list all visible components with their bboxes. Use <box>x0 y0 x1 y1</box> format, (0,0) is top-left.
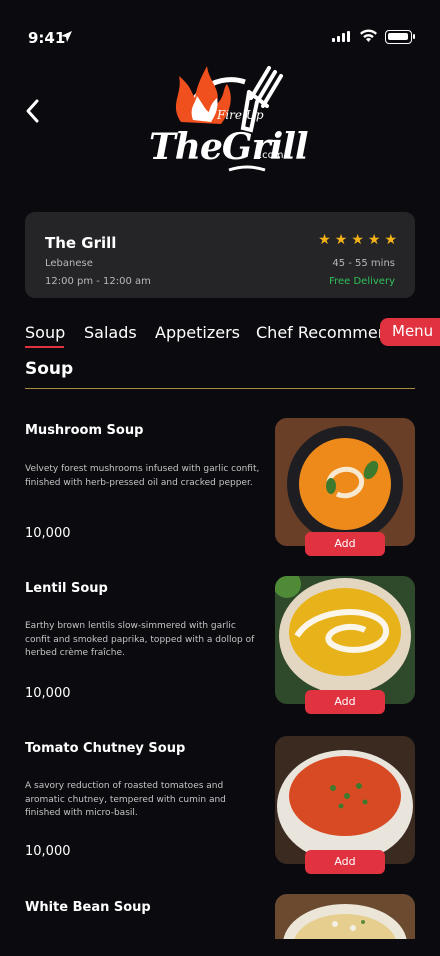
tab-salads[interactable]: Salads <box>84 323 137 342</box>
delivery-time: 45 - 55 mins <box>332 258 395 269</box>
logo-wordmark: TheGrill <box>149 126 309 168</box>
restaurant-name: The Grill <box>45 234 117 252</box>
item-description: Earthy brown lentils slow-simmered with … <box>25 621 255 658</box>
status-bar: 9:41 <box>0 0 440 54</box>
item-price: 10,000 <box>25 686 71 701</box>
star-icon: ★ <box>367 232 381 248</box>
item-description: Velvety forest mushrooms infused with ga… <box>25 464 260 488</box>
item-name: Lentil Soup <box>25 581 108 596</box>
restaurant-info-card: The Grill Lebanese 12:00 pm - 12:00 am ★… <box>25 212 415 298</box>
delivery-fee: Free Delivery <box>329 276 395 287</box>
item-image-yellow-soup <box>275 576 415 704</box>
star-icon: ★ <box>384 232 397 248</box>
logo-tagline: Fire Up <box>217 108 264 122</box>
item-name: Mushroom Soup <box>25 423 144 438</box>
item-price: 10,000 <box>25 844 71 859</box>
section-divider <box>25 388 415 389</box>
tab-appetizers[interactable]: Appetizers <box>155 323 240 342</box>
active-tab-indicator <box>25 346 64 348</box>
rating-stars: ★ ★ ★ ★ ★ <box>318 232 397 248</box>
tab-soup[interactable]: Soup <box>25 323 65 342</box>
logo-domain-suffix: .com <box>259 150 284 161</box>
star-icon: ★ <box>351 232 364 248</box>
item-image-white-bean-soup <box>275 894 415 939</box>
item-name: White Bean Soup <box>25 900 151 915</box>
section-title: Soup <box>25 359 74 379</box>
star-icon: ★ <box>318 232 331 248</box>
restaurant-logo: Fire Up TheGrill .com <box>145 62 309 178</box>
add-to-cart-button[interactable]: Add <box>305 532 385 556</box>
cellular-signal-icon <box>332 31 350 42</box>
category-tabs: Soup Salads Appetizers Chef Recommendati… <box>25 318 440 350</box>
back-chevron-icon[interactable] <box>18 96 48 126</box>
item-price: 10,000 <box>25 526 71 541</box>
location-arrow-icon <box>61 31 72 42</box>
item-image-orange-soup <box>275 418 415 546</box>
restaurant-hours: 12:00 pm - 12:00 am <box>45 276 151 287</box>
add-to-cart-button[interactable]: Add <box>305 850 385 874</box>
menu-button[interactable]: Menu <box>380 318 440 346</box>
item-description: A savory reduction of roasted tomatoes a… <box>25 781 226 818</box>
restaurant-cuisine: Lebanese <box>45 258 93 269</box>
wifi-icon <box>360 29 377 42</box>
star-icon: ★ <box>334 232 348 248</box>
item-name: Tomato Chutney Soup <box>25 741 186 756</box>
battery-icon <box>385 30 415 44</box>
item-image-tomato-soup <box>275 736 415 864</box>
add-to-cart-button[interactable]: Add <box>305 690 385 714</box>
